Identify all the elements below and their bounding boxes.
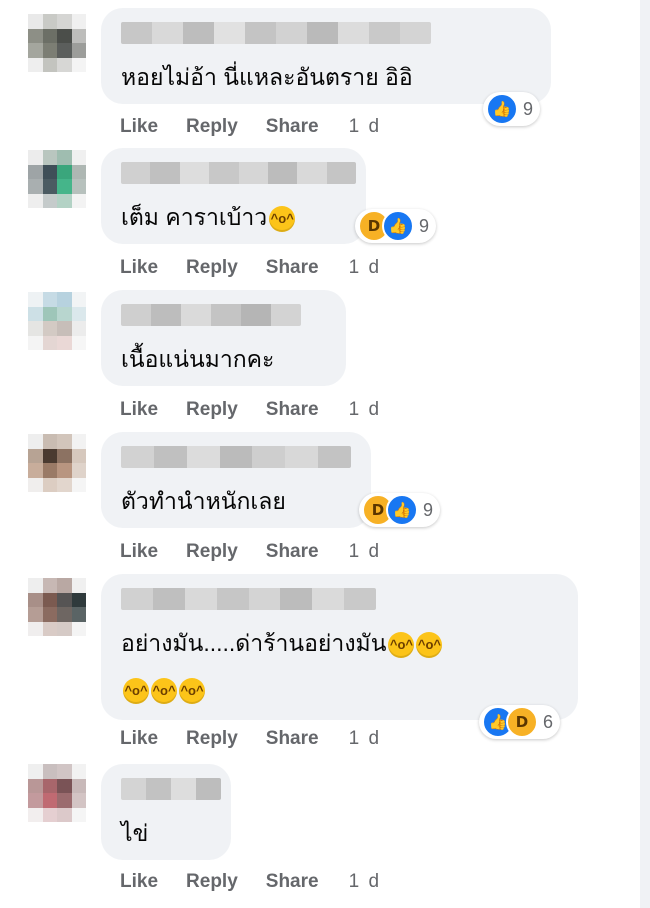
- timestamp[interactable]: 1 d: [349, 257, 381, 279]
- comment-actions: Like Reply Share 1 d: [120, 257, 381, 279]
- avatar[interactable]: [28, 764, 86, 822]
- avatar[interactable]: [28, 434, 86, 492]
- tears-of-joy-emoji-icon: ^o^: [269, 205, 296, 232]
- comment-text: เต็ม คาราเบ้าว ^o^: [121, 202, 296, 232]
- timestamp[interactable]: 1 d: [349, 541, 381, 563]
- reply-link[interactable]: Reply: [186, 541, 238, 563]
- avatar[interactable]: [28, 292, 86, 350]
- tears-of-joy-emoji-icon: ^o^: [151, 677, 177, 704]
- like-link[interactable]: Like: [120, 116, 158, 138]
- comment-text: ไข่: [121, 820, 149, 846]
- tears-of-joy-emoji-icon: ^o^: [123, 677, 149, 704]
- comment-bubble: เต็ม คาราเบ้าว ^o^: [101, 148, 366, 244]
- avatar[interactable]: [28, 150, 86, 208]
- comment-bubble: ไข่: [101, 764, 231, 860]
- comment-bubble: ตัวทำนำหนักเลย: [101, 432, 371, 528]
- reaction-count: 9: [423, 499, 434, 520]
- reply-link[interactable]: Reply: [186, 399, 238, 421]
- comment-actions: Like Reply Share 1 d: [120, 399, 381, 421]
- share-link[interactable]: Share: [266, 399, 319, 421]
- comment-actions: Like Reply Share 1 d: [120, 116, 381, 138]
- reply-link[interactable]: Reply: [186, 728, 238, 750]
- timestamp[interactable]: 1 d: [349, 116, 381, 138]
- reaction-summary[interactable]: D 👍 9: [355, 209, 437, 243]
- reaction-summary[interactable]: D 👍 9: [359, 493, 441, 527]
- avatar[interactable]: [28, 578, 86, 636]
- reply-link[interactable]: Reply: [186, 871, 238, 893]
- like-link[interactable]: Like: [120, 257, 158, 279]
- comment-actions: Like Reply Share 1 d: [120, 728, 381, 750]
- timestamp[interactable]: 1 d: [349, 399, 381, 421]
- reaction-count: 9: [419, 215, 430, 236]
- reply-link[interactable]: Reply: [186, 116, 238, 138]
- comment-text: เนื้อแน่นมากคะ: [121, 346, 275, 372]
- comment-bubble: อย่างมัน.....ด่าร้านอย่างมัน ^o^ ^o^ ^o^ ^o…: [101, 574, 578, 720]
- share-link[interactable]: Share: [266, 116, 319, 138]
- comment-actions: Like Reply Share 1 d: [120, 541, 381, 563]
- share-link[interactable]: Share: [266, 871, 319, 893]
- like-link[interactable]: Like: [120, 541, 158, 563]
- avatar[interactable]: [28, 14, 86, 72]
- comment-actions: Like Reply Share 1 d: [120, 871, 381, 893]
- share-link[interactable]: Share: [266, 257, 319, 279]
- tears-of-joy-emoji-icon: ^o^: [416, 631, 443, 658]
- thumbs-up-icon: 👍: [382, 210, 414, 242]
- tears-of-joy-emoji-icon: ^o^: [388, 631, 415, 658]
- laughing-face-icon: D: [506, 706, 538, 738]
- blurred-author-name[interactable]: [121, 304, 301, 326]
- reaction-summary[interactable]: 👍 9: [483, 92, 541, 126]
- blurred-author-name[interactable]: [121, 22, 431, 44]
- reply-link[interactable]: Reply: [186, 257, 238, 279]
- comment-bubble: หอยไม่อ้า นี่แหละอันตราย อิอิ: [101, 8, 551, 104]
- reaction-count: 9: [523, 98, 534, 119]
- reaction-count: 6: [543, 711, 554, 732]
- timestamp[interactable]: 1 d: [349, 728, 381, 750]
- blurred-author-name[interactable]: [121, 778, 221, 800]
- like-link[interactable]: Like: [120, 871, 158, 893]
- comment-bubble: เนื้อแน่นมากคะ: [101, 290, 346, 386]
- right-edge-strip: [640, 0, 650, 908]
- blurred-author-name[interactable]: [121, 588, 376, 610]
- tears-of-joy-emoji-icon: ^o^: [179, 677, 205, 704]
- comment-text: หอยไม่อ้า นี่แหละอันตราย อิอิ: [121, 64, 413, 90]
- thumbs-up-icon: 👍: [486, 93, 518, 125]
- comment-text-line2: ^o^ ^o^ ^o^: [121, 674, 205, 704]
- timestamp[interactable]: 1 d: [349, 871, 381, 893]
- blurred-author-name[interactable]: [121, 162, 356, 184]
- reaction-summary[interactable]: 👍 D 6: [479, 705, 561, 739]
- like-link[interactable]: Like: [120, 399, 158, 421]
- comment-text: อย่างมัน.....ด่าร้านอย่างมัน ^o^ ^o^: [121, 628, 443, 658]
- blurred-author-name[interactable]: [121, 446, 351, 468]
- comment-text-body: เต็ม คาราเบ้าว: [121, 204, 268, 230]
- comment-text: ตัวทำนำหนักเลย: [121, 488, 286, 514]
- like-link[interactable]: Like: [120, 728, 158, 750]
- share-link[interactable]: Share: [266, 728, 319, 750]
- comment-text-body: อย่างมัน.....ด่าร้านอย่างมัน: [121, 630, 387, 656]
- share-link[interactable]: Share: [266, 541, 319, 563]
- thumbs-up-icon: 👍: [386, 494, 418, 526]
